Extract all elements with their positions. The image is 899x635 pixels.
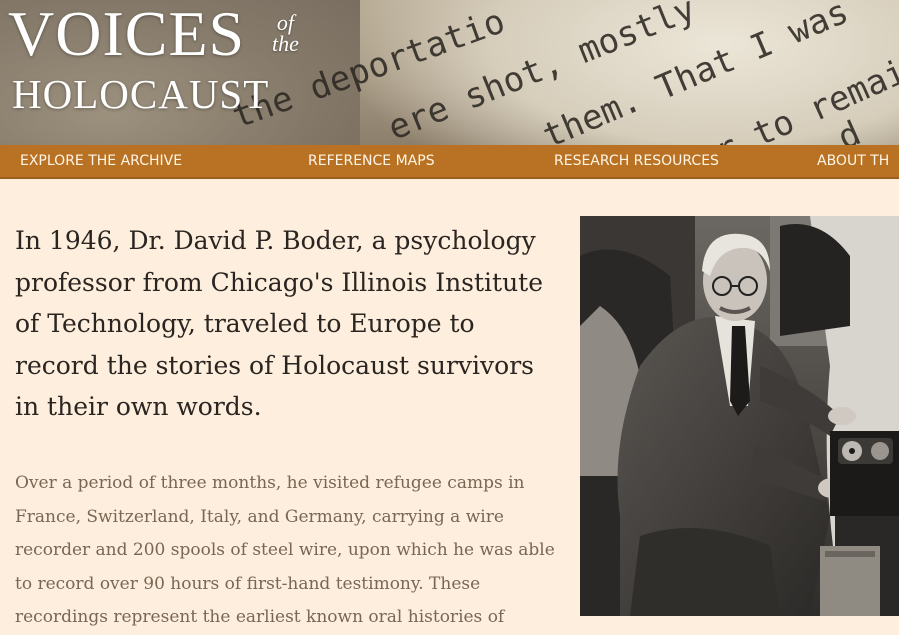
nav-item-research-resources[interactable]: RESEARCH RESOURCES	[554, 145, 719, 177]
main-nav: EXPLORE THE ARCHIVE REFERENCE MAPS RESEA…	[0, 145, 899, 179]
nav-item-about[interactable]: ABOUT TH	[817, 145, 889, 177]
logo-holocaust: HOLOCAUST	[12, 71, 270, 117]
logo-the: the	[272, 31, 299, 56]
intro-heading: In 1946, Dr. David P. Boder, a psycholog…	[15, 226, 544, 421]
nav-item-reference-maps[interactable]: REFERENCE MAPS	[308, 145, 435, 177]
intro-paragraph: Over a period of three months, he visite…	[15, 473, 555, 627]
header-background-paper	[360, 0, 899, 145]
nav-item-explore-archive[interactable]: EXPLORE THE ARCHIVE	[20, 145, 182, 177]
logo-of-the: of the	[272, 12, 299, 56]
boder-photo	[580, 216, 899, 616]
boder-photo-illustration	[580, 216, 899, 616]
logo-voices: VOICES	[8, 0, 246, 69]
site-logo[interactable]: VOICES of the HOLOCAUST	[0, 0, 320, 125]
site-header: the deportatio ere shot, mostly them. Th…	[0, 0, 899, 145]
